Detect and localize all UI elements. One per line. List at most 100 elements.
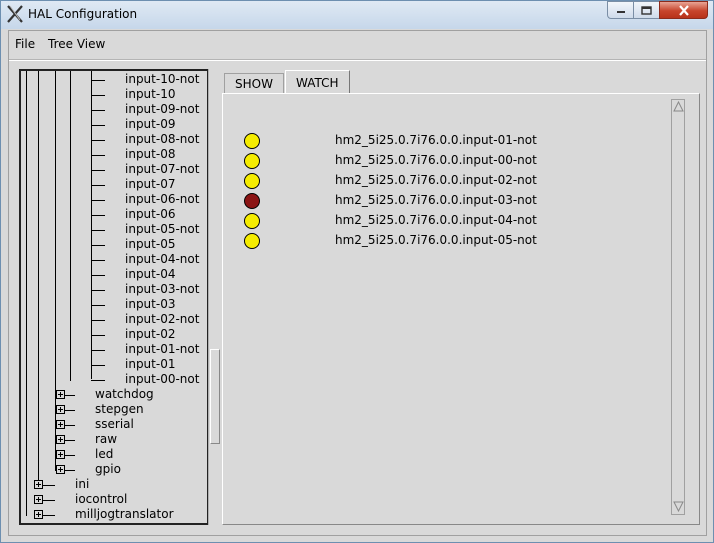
tree-item-pin[interactable]: input-03-not	[125, 282, 199, 297]
tree-branch-line	[91, 170, 105, 171]
tree-branch-line	[65, 440, 75, 441]
tree-item-pin[interactable]: input-07	[125, 177, 175, 192]
hal-tree-view[interactable]: input-10-not input-10 input-09-not input-09…	[19, 69, 209, 525]
tree-item-pin[interactable]: input-02-not	[125, 312, 199, 327]
expand-icon[interactable]	[56, 465, 65, 474]
tree-item-pin[interactable]: input-10-not	[125, 72, 199, 87]
tree-item-pin[interactable]: input-10	[125, 87, 175, 102]
expand-icon[interactable]	[56, 420, 65, 429]
hal-app-icon	[7, 5, 23, 23]
watch-row[interactable]: hm2_5i25.0.7i76.0.0.input-04-not	[223, 211, 663, 231]
watch-pin-name: hm2_5i25.0.7i76.0.0.input-03-not	[335, 193, 537, 207]
tree-item-pin[interactable]: input-04	[125, 267, 175, 282]
tree-item-pin[interactable]: input-05	[125, 237, 175, 252]
watch-pin-name: hm2_5i25.0.7i76.0.0.input-00-not	[335, 153, 537, 167]
tree-scroll-thumb[interactable]	[210, 349, 220, 444]
tree-item-group[interactable]: sserial	[95, 417, 134, 432]
expand-icon[interactable]	[56, 435, 65, 444]
close-button[interactable]	[659, 1, 708, 19]
tree-item-group[interactable]: stepgen	[95, 402, 144, 417]
tree-item-group[interactable]: watchdog	[95, 387, 154, 402]
watch-pin-name: hm2_5i25.0.7i76.0.0.input-04-not	[335, 213, 537, 227]
client-area: File Tree View input-10-not input-10 input…	[8, 30, 707, 536]
maximize-icon	[641, 5, 652, 15]
scroll-up-icon[interactable]	[673, 101, 684, 112]
pin-state-led-icon	[244, 173, 260, 189]
expand-icon[interactable]	[34, 480, 43, 489]
menu-tree-view[interactable]: Tree View	[48, 37, 105, 51]
tree-item-pin[interactable]: input-05-not	[125, 222, 199, 237]
pin-state-led-icon	[244, 133, 260, 149]
tree-branch-line	[65, 470, 75, 471]
watch-row[interactable]: hm2_5i25.0.7i76.0.0.input-02-not	[223, 171, 663, 191]
scroll-down-icon[interactable]	[673, 501, 684, 512]
tree-branch-line	[65, 410, 75, 411]
tree-branch-line	[91, 260, 105, 261]
window-title: HAL Configuration	[28, 7, 138, 21]
tree-branch-line	[91, 275, 105, 276]
tree-branch-line	[91, 305, 105, 306]
menu-separator	[9, 60, 706, 61]
minimize-icon	[616, 11, 625, 13]
tree-branch-line	[91, 215, 105, 216]
tree-branch-line	[91, 230, 105, 231]
tree-item-pin[interactable]: input-04-not	[125, 252, 199, 267]
tree-item-pin[interactable]: input-06	[125, 207, 175, 222]
expand-icon[interactable]	[56, 450, 65, 459]
tree-branch-line	[91, 200, 105, 201]
expand-icon[interactable]	[56, 390, 65, 399]
tree-item-pin[interactable]: input-01-not	[125, 342, 199, 357]
menu-bar: File Tree View	[9, 31, 706, 60]
tree-item-component[interactable]: milljogtranslator	[75, 507, 174, 522]
tree-scrollbar[interactable]	[208, 69, 221, 525]
tree-item-pin[interactable]: input-06-not	[125, 192, 199, 207]
tree-branch-line	[91, 245, 105, 246]
tree-branch-line	[65, 425, 75, 426]
tree-branch-line	[91, 290, 105, 291]
tree-item-pin[interactable]: input-09	[125, 117, 175, 132]
watch-row[interactable]: hm2_5i25.0.7i76.0.0.input-05-not	[223, 231, 663, 251]
tree-guide-line	[26, 71, 27, 516]
tree-item-pin[interactable]: input-07-not	[125, 162, 199, 177]
tree-item-pin[interactable]: input-09-not	[125, 102, 199, 117]
tree-branch-line	[91, 185, 105, 186]
tree-branch-line	[91, 380, 105, 381]
tree-item-pin[interactable]: input-00-not	[125, 372, 199, 387]
tree-branch-line	[43, 485, 55, 486]
tree-branch-line	[43, 515, 55, 516]
maximize-button[interactable]	[633, 1, 660, 19]
tree-branch-line	[91, 320, 105, 321]
tree-item-pin[interactable]: input-01	[125, 357, 175, 372]
tree-item-component[interactable]: ini	[75, 477, 89, 492]
watch-row[interactable]: hm2_5i25.0.7i76.0.0.input-01-not	[223, 131, 663, 151]
tree-item-pin[interactable]: input-02	[125, 327, 175, 342]
tree-guide-line	[38, 71, 39, 486]
tree-item-group[interactable]: led	[95, 447, 113, 462]
pin-state-led-icon	[244, 233, 260, 249]
expand-icon[interactable]	[34, 510, 43, 519]
tree-branch-line	[91, 95, 105, 96]
tree-item-component[interactable]: iocontrol	[75, 492, 127, 507]
tree-item-group[interactable]: raw	[95, 432, 117, 447]
watch-pin-name: hm2_5i25.0.7i76.0.0.input-05-not	[335, 233, 537, 247]
watch-row[interactable]: hm2_5i25.0.7i76.0.0.input-03-not	[223, 191, 663, 211]
menu-file[interactable]: File	[15, 37, 35, 51]
tree-item-pin[interactable]: input-08	[125, 147, 175, 162]
minimize-button[interactable]	[607, 1, 634, 19]
expand-icon[interactable]	[34, 495, 43, 504]
watch-pin-name: hm2_5i25.0.7i76.0.0.input-01-not	[335, 133, 537, 147]
tree-item-pin[interactable]: input-08-not	[125, 132, 199, 147]
title-bar[interactable]: HAL Configuration	[1, 1, 713, 29]
tree-branch-line	[91, 365, 105, 366]
tree-guide-line	[91, 71, 92, 379]
tree-guide-line	[70, 71, 71, 381]
tab-watch[interactable]: WATCH	[285, 70, 350, 94]
tab-show[interactable]: SHOW	[224, 73, 284, 93]
tree-item-pin[interactable]: input-03	[125, 297, 175, 312]
expand-icon[interactable]	[56, 405, 65, 414]
watch-scrollbar[interactable]	[671, 99, 685, 515]
pin-state-led-icon	[244, 153, 260, 169]
watch-panel: hm2_5i25.0.7i76.0.0.input-01-not hm2_5i25…	[222, 93, 700, 525]
watch-row[interactable]: hm2_5i25.0.7i76.0.0.input-00-not	[223, 151, 663, 171]
tree-item-group[interactable]: gpio	[95, 462, 121, 477]
